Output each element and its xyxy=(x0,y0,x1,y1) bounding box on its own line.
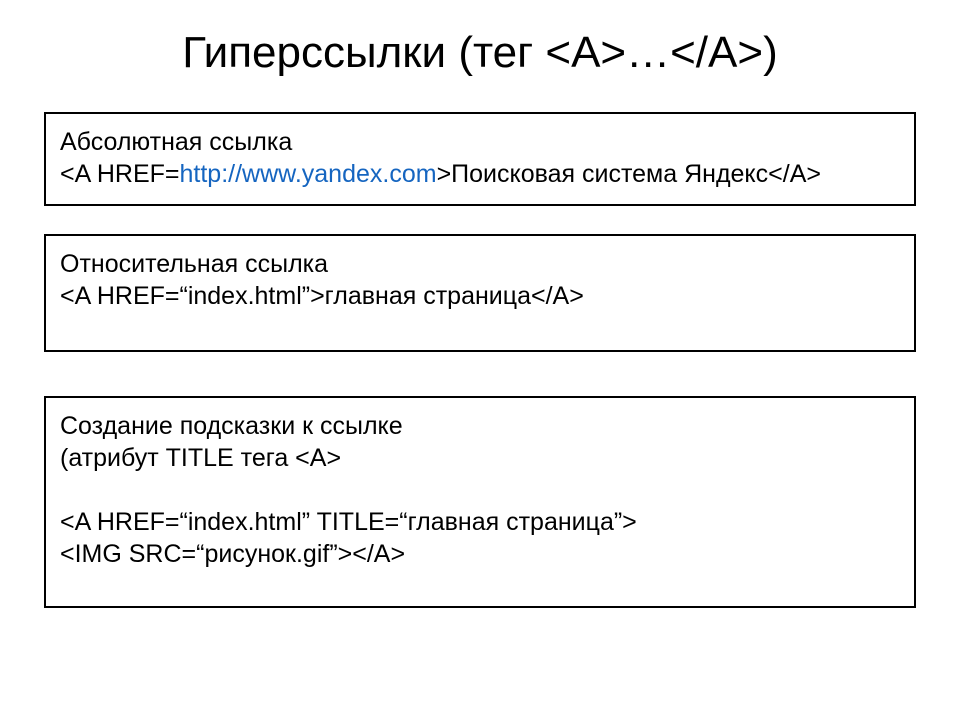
box3-line2: (атрибут TITLE тега <A> xyxy=(60,442,900,474)
box-absolute-link: Абсолютная ссылка <A HREF=http://www.yan… xyxy=(44,112,916,206)
box-relative-link: Относительная ссылка <A HREF=“index.html… xyxy=(44,234,916,352)
box2-line2: <A HREF=“index.html”>главная страница</A… xyxy=(60,280,900,312)
box2-line1: Относительная ссылка xyxy=(60,248,900,280)
box-title-attribute: Создание подсказки к ссылке (атрибут TIT… xyxy=(44,396,916,608)
box3-line1: Создание подсказки к ссылке xyxy=(60,410,900,442)
box1-line2-url: http://www.yandex.com xyxy=(180,160,437,188)
box1-line1: Абсолютная ссылка xyxy=(60,126,900,158)
spacer xyxy=(60,474,900,506)
slide: Гиперссылки (тег <A>…</A>) Абсолютная сс… xyxy=(0,0,960,720)
box3-line4: <IMG SRC=“рисунок.gif”></A> xyxy=(60,538,900,570)
box1-line2-suffix: >Поисковая система Яндекс</A> xyxy=(437,160,821,188)
box1-line2: <A HREF=http://www.yandex.com>Поисковая … xyxy=(60,158,900,190)
slide-title: Гиперссылки (тег <A>…</A>) xyxy=(0,0,960,112)
box3-line3: <A HREF=“index.html” TITLE=“главная стра… xyxy=(60,506,900,538)
box1-line2-prefix: <A HREF= xyxy=(60,160,180,188)
